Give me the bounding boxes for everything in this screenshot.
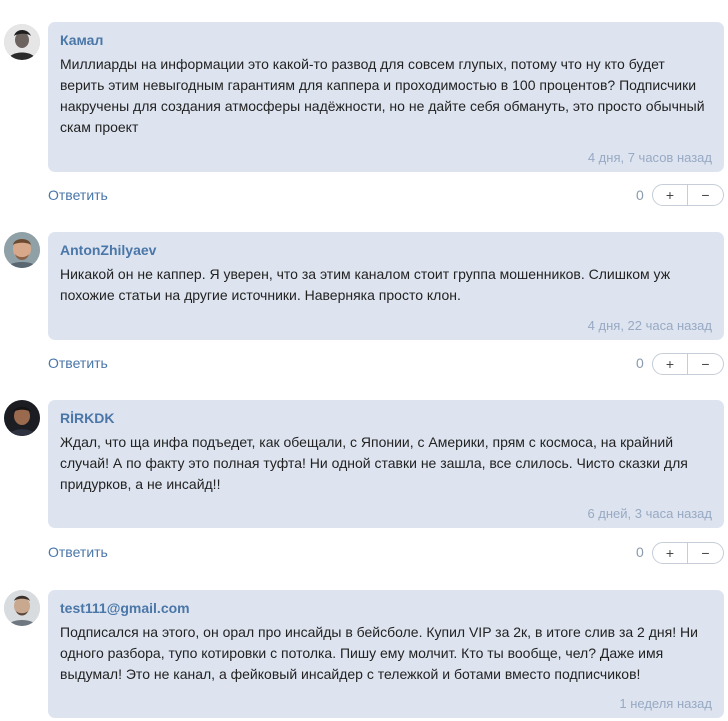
user-avatar-icon: [4, 232, 40, 268]
comment-author[interactable]: Камал: [60, 31, 712, 49]
comment-text: Никакой он не каппер. Я уверен, что за э…: [60, 266, 671, 303]
comment-author[interactable]: test111@gmail.com: [60, 599, 712, 617]
user-avatar-icon: [4, 24, 40, 60]
comment-bubble: Камал Миллиарды на информации это какой-…: [48, 22, 724, 172]
user-avatar-icon: [4, 590, 40, 626]
user-avatar-icon: [4, 400, 40, 436]
downvote-button[interactable]: −: [688, 542, 724, 564]
upvote-button[interactable]: +: [652, 184, 688, 206]
downvote-button[interactable]: −: [688, 184, 724, 206]
comment-timestamp: 4 дня, 7 часов назад: [587, 150, 712, 165]
vote-score: 0: [636, 355, 644, 371]
vote-score: 0: [636, 544, 644, 560]
comment-author[interactable]: RİRKDK: [60, 409, 712, 427]
upvote-button[interactable]: +: [652, 542, 688, 564]
comment-author[interactable]: AntonZhilyaev: [60, 241, 712, 259]
comment-text: Подписался на этого, он орал про инсайды…: [60, 624, 698, 682]
downvote-button[interactable]: −: [688, 353, 724, 375]
upvote-button[interactable]: +: [652, 353, 688, 375]
avatar[interactable]: [4, 232, 40, 268]
reply-button[interactable]: Ответить: [48, 354, 108, 372]
comment-bubble: test111@gmail.com Подписался на этого, о…: [48, 590, 724, 718]
comment-bubble: RİRKDK Ждал, что ща инфа подъедет, как о…: [48, 400, 724, 528]
vote-score: 0: [636, 187, 644, 203]
comment-text: Ждал, что ща инфа подъедет, как обещали,…: [60, 434, 688, 492]
avatar[interactable]: [4, 24, 40, 60]
reply-button[interactable]: Ответить: [48, 186, 108, 204]
reply-button[interactable]: Ответить: [48, 543, 108, 561]
avatar[interactable]: [4, 400, 40, 436]
comment-timestamp: 4 дня, 22 часа назад: [587, 318, 712, 333]
avatar[interactable]: [4, 590, 40, 626]
comment-bubble: AntonZhilyaev Никакой он не каппер. Я ув…: [48, 232, 724, 340]
comment-text: Миллиарды на информации это какой-то раз…: [60, 56, 705, 135]
comment-timestamp: 1 неделя назад: [619, 696, 712, 711]
comment-timestamp: 6 дней, 3 часа назад: [587, 506, 712, 521]
